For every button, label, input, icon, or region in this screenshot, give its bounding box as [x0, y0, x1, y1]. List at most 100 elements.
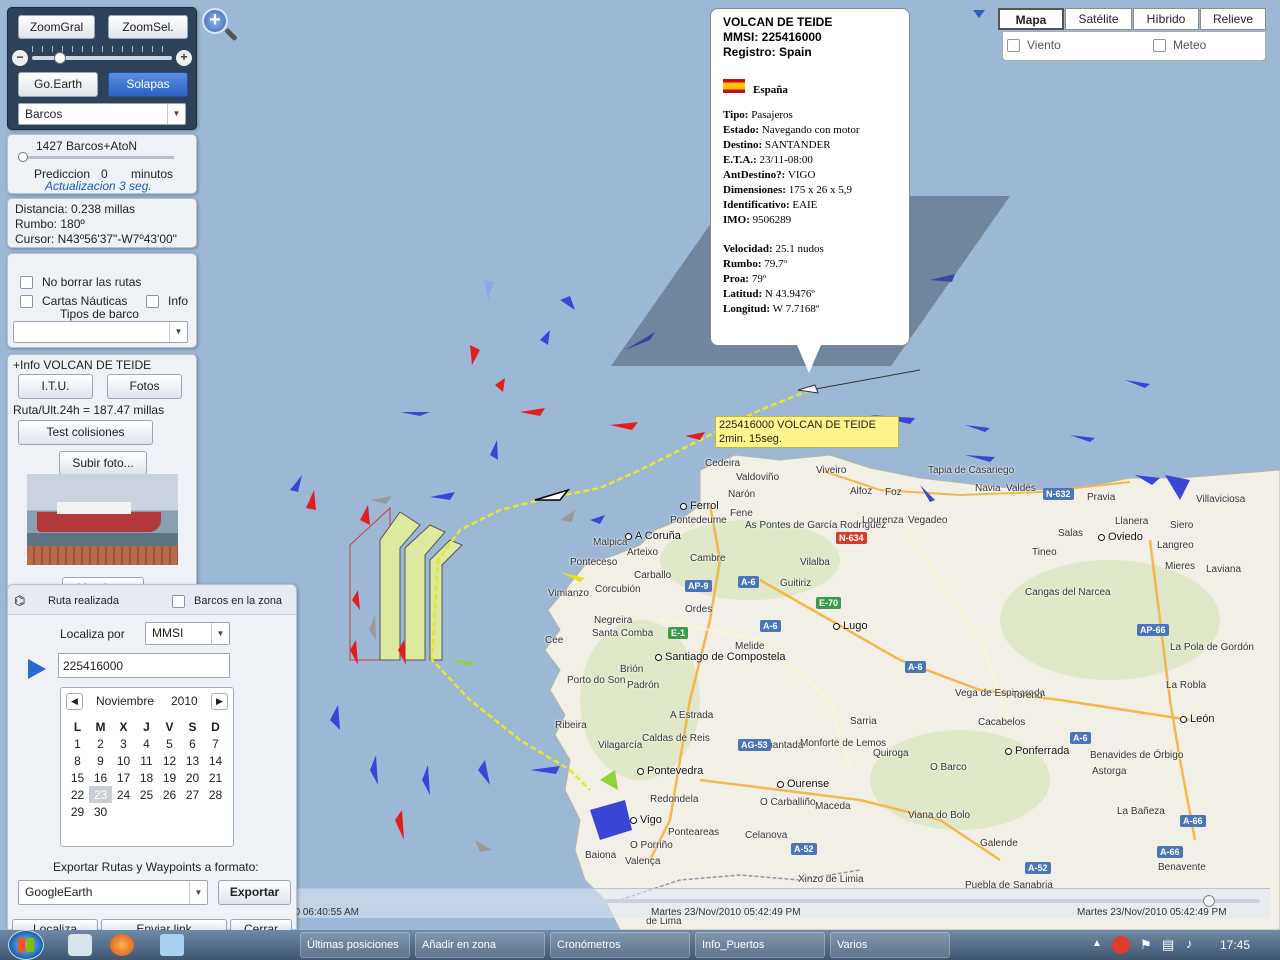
calendar-day[interactable]: 8	[66, 752, 89, 769]
calendar-day[interactable]: 19	[158, 769, 181, 786]
route-24h: Ruta/Ult.24h = 187.47 millas	[13, 403, 165, 417]
prediction-slider[interactable]	[22, 156, 174, 159]
calendar-day[interactable]: 11	[135, 752, 158, 769]
cursor-readout: Cursor: N43º56'37"-W7º43'00"	[15, 232, 177, 246]
info-checkbox[interactable]	[146, 295, 159, 308]
selected-vessel-label[interactable]: 225416000 VOLCAN DE TEIDE 2min. 15seg.	[715, 416, 899, 448]
google-earth-button[interactable]: Go.Earth	[18, 72, 98, 97]
timeline-handle[interactable]	[1203, 895, 1215, 907]
calendar-day[interactable]: 26	[158, 786, 181, 803]
wind-checkbox[interactable]	[1007, 39, 1020, 52]
calendar-prev-button[interactable]: ◀	[66, 693, 83, 710]
network-icon[interactable]: ▤	[1162, 937, 1174, 953]
calendar-day[interactable]: 4	[135, 735, 158, 752]
locate-type-value: MMSI	[152, 626, 184, 640]
calendar-day[interactable]: 1	[66, 735, 89, 752]
map-city: Ponferrada	[1005, 745, 1069, 757]
nautical-charts-checkbox[interactable]	[20, 295, 33, 308]
calendar-day[interactable]: 16	[89, 769, 112, 786]
zoom-selection-button[interactable]: ZoomSel.	[108, 15, 188, 39]
map-type-hybrid[interactable]: Híbrido	[1133, 8, 1199, 30]
calendar-day[interactable]: 14	[204, 752, 227, 769]
timeline-bar[interactable]: Martes 23/Nov/2010 06:40:55 AM Martes 23…	[200, 888, 1270, 918]
calendar-day[interactable]: 24	[112, 786, 135, 803]
calendar-day[interactable]: 3	[112, 735, 135, 752]
map-label: Pravia	[1087, 492, 1116, 503]
tray-app-icon[interactable]	[1112, 936, 1130, 954]
weather-checkbox[interactable]	[1153, 39, 1166, 52]
map-type-satellite[interactable]: Satélite	[1065, 8, 1132, 30]
zoom-slider-handle[interactable]	[54, 52, 66, 64]
info-row: Destino: SANTANDER	[723, 138, 897, 153]
calendar-day[interactable]: 13	[181, 752, 204, 769]
calendar-day[interactable]: 30	[89, 803, 112, 820]
calendar-day[interactable]: 12	[158, 752, 181, 769]
play-icon[interactable]	[28, 659, 46, 679]
calendar-day[interactable]: 21	[204, 769, 227, 786]
calendar-day[interactable]: 2	[89, 735, 112, 752]
taskbar-clock[interactable]: 17:45	[1220, 938, 1250, 952]
calendar-day[interactable]: 10	[112, 752, 135, 769]
taskbar-item-5[interactable]: Varios	[830, 932, 950, 958]
info-row: Tipo: Pasajeros	[723, 108, 897, 123]
flag-icon[interactable]: ⚑	[1140, 937, 1152, 953]
overlaps-button[interactable]: Solapas	[108, 72, 188, 97]
vessel-label-line2: 2min. 15seg.	[719, 433, 782, 445]
vessel-photo[interactable]	[27, 474, 178, 565]
calendar-day[interactable]: 6	[181, 735, 204, 752]
road-shield: N-632	[1043, 488, 1074, 500]
locate-type-select[interactable]: MMSI ▼	[145, 622, 230, 645]
keep-routes-checkbox[interactable]	[20, 276, 33, 289]
vessel-registry: Registro: Spain	[723, 45, 812, 59]
ships-in-zone-checkbox[interactable]	[172, 595, 185, 608]
calendar-day[interactable]: 15	[66, 769, 89, 786]
ship-types-select[interactable]: ▼	[13, 321, 188, 343]
tray-chevron-icon[interactable]: ▲	[1092, 938, 1102, 949]
calendar-day[interactable]: 5	[158, 735, 181, 752]
taskbar-item-3[interactable]: Cronómetros	[550, 932, 690, 958]
calendar-day[interactable]: 25	[135, 786, 158, 803]
notepad-icon[interactable]	[160, 934, 184, 956]
road-shield: AP-9	[685, 580, 712, 592]
calendar-day[interactable]: 22	[66, 786, 89, 803]
zoom-in-icon[interactable]: +	[176, 50, 192, 66]
calendar-day[interactable]: 23	[89, 786, 112, 803]
pinned-app-icon[interactable]	[68, 934, 92, 956]
itu-button[interactable]: I.T.U.	[18, 374, 93, 399]
chevron-down-icon[interactable]	[973, 10, 985, 18]
export-format-select[interactable]: GoogleEarth ▼	[18, 880, 208, 905]
calendar-day[interactable]: 17	[112, 769, 135, 786]
calendar-day[interactable]: 27	[181, 786, 204, 803]
timeline-middle: Martes 23/Nov/2010 05:42:49 PM	[651, 907, 801, 918]
map-type-relief[interactable]: Relieve	[1200, 8, 1266, 30]
calendar-day[interactable]: 18	[135, 769, 158, 786]
calendar-day[interactable]: 28	[204, 786, 227, 803]
collision-test-button[interactable]: Test colisiones	[18, 420, 153, 445]
zoom-general-button[interactable]: ZoomGral	[18, 15, 95, 39]
timeline-track[interactable]	[210, 899, 1260, 903]
map-label: Salas	[1058, 528, 1084, 539]
upload-photo-button[interactable]: Subir foto...	[59, 451, 147, 475]
zoom-out-icon[interactable]: −	[12, 50, 28, 66]
map-type-mapa[interactable]: Mapa	[998, 8, 1064, 30]
calendar-day[interactable]: 9	[89, 752, 112, 769]
prediction-slider-handle[interactable]	[18, 152, 28, 162]
taskbar-item-4[interactable]: Info_Puertos	[695, 932, 825, 958]
firefox-icon[interactable]	[110, 934, 134, 956]
layer-select[interactable]: Barcos ▼	[18, 103, 186, 125]
mmsi-input[interactable]: 225416000	[58, 653, 230, 678]
taskbar-item-1[interactable]: Últimas posiciones	[300, 932, 410, 958]
zoom-slider[interactable]	[32, 56, 172, 60]
export-button[interactable]: Exportar	[218, 880, 291, 905]
volume-icon[interactable]: ♪	[1186, 936, 1193, 951]
road-shield: A-52	[1025, 862, 1051, 874]
photos-button[interactable]: Fotos	[107, 374, 182, 399]
weather-label: Meteo	[1173, 38, 1207, 52]
calendar-day[interactable]: 7	[204, 735, 227, 752]
info-row-key: Dimensiones:	[723, 184, 786, 196]
map-label: Siero	[1170, 520, 1194, 531]
taskbar-item-2[interactable]: Añadir en zona	[415, 932, 545, 958]
calendar-day[interactable]: 29	[66, 803, 89, 820]
calendar-day[interactable]: 20	[181, 769, 204, 786]
calendar-next-button[interactable]: ▶	[211, 693, 228, 710]
